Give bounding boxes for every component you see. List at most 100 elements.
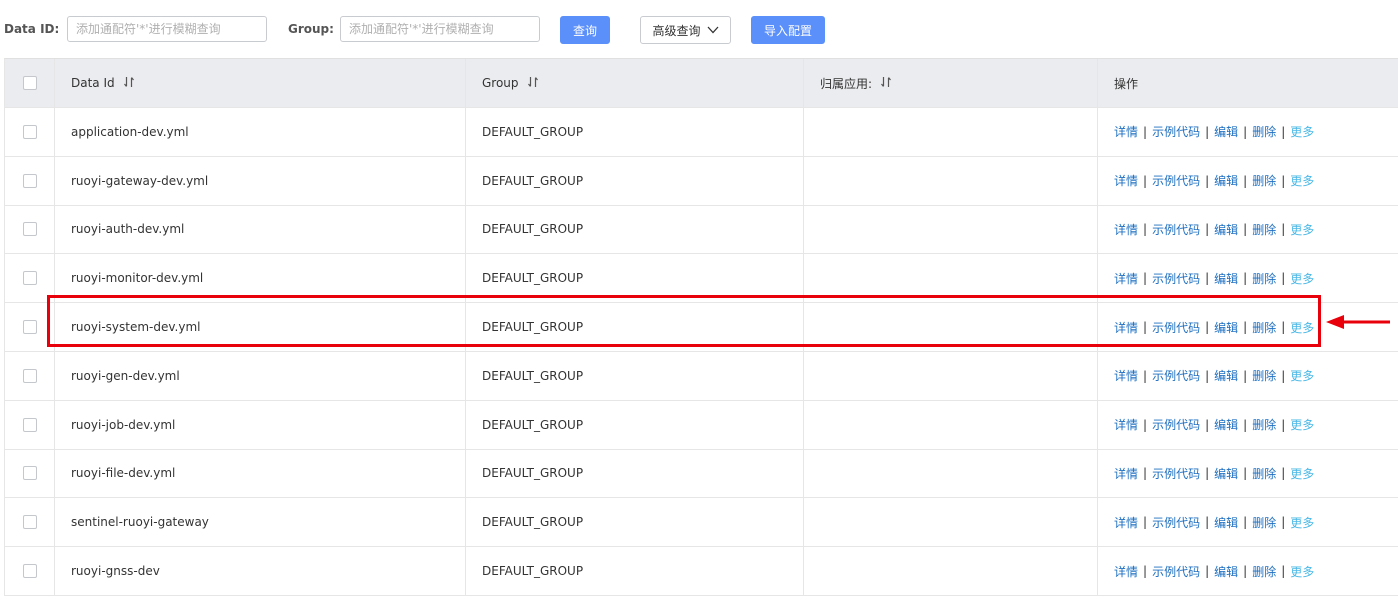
edit-link[interactable]: 编辑 — [1214, 123, 1238, 140]
row-checkbox[interactable] — [22, 320, 37, 335]
separator: | — [1205, 515, 1210, 530]
header-group[interactable]: Group — [466, 59, 804, 107]
sample-code-link[interactable]: 示例代码 — [1152, 172, 1200, 189]
more-link[interactable]: 更多 — [1290, 367, 1314, 384]
separator: | — [1281, 173, 1286, 188]
select-all-checkbox[interactable] — [22, 76, 37, 90]
more-link[interactable]: 更多 — [1290, 563, 1314, 580]
detail-link[interactable]: 详情 — [1114, 123, 1138, 140]
detail-link[interactable]: 详情 — [1114, 367, 1138, 384]
separator: | — [1243, 124, 1248, 139]
row-checkbox[interactable] — [22, 222, 37, 237]
row-checkbox[interactable] — [22, 417, 37, 432]
detail-link[interactable]: 详情 — [1114, 465, 1138, 482]
group-cell: DEFAULT_GROUP — [466, 547, 804, 595]
more-link[interactable]: 更多 — [1290, 319, 1314, 336]
delete-link[interactable]: 删除 — [1252, 172, 1276, 189]
more-link[interactable]: 更多 — [1290, 221, 1314, 238]
separator: | — [1281, 417, 1286, 432]
sample-code-link[interactable]: 示例代码 — [1152, 465, 1200, 482]
separator: | — [1281, 368, 1286, 383]
delete-link[interactable]: 删除 — [1252, 270, 1276, 287]
advanced-query-button[interactable]: 高级查询 — [640, 16, 731, 44]
edit-link[interactable]: 编辑 — [1214, 563, 1238, 580]
more-link[interactable]: 更多 — [1290, 172, 1314, 189]
detail-link[interactable]: 详情 — [1114, 270, 1138, 287]
separator: | — [1281, 271, 1286, 286]
sample-code-link[interactable]: 示例代码 — [1152, 514, 1200, 531]
row-checkbox[interactable] — [22, 564, 37, 579]
edit-link[interactable]: 编辑 — [1214, 514, 1238, 531]
edit-link[interactable]: 编辑 — [1214, 465, 1238, 482]
sample-code-link[interactable]: 示例代码 — [1152, 367, 1200, 384]
sample-code-link[interactable]: 示例代码 — [1152, 270, 1200, 287]
table-row: ruoyi-monitor-dev.yml DEFAULT_GROUP 详情 | 示例代… — [4, 254, 1398, 304]
delete-link[interactable]: 删除 — [1252, 367, 1276, 384]
separator: | — [1281, 124, 1286, 139]
header-app[interactable]: 归属应用: — [804, 59, 1098, 107]
config-table: Data Id Group 归属应用: 操作 application-dev.y… — [4, 58, 1398, 596]
more-link[interactable]: 更多 — [1290, 514, 1314, 531]
separator: | — [1143, 173, 1148, 188]
sort-icon[interactable] — [527, 76, 539, 91]
detail-link[interactable]: 详情 — [1114, 563, 1138, 580]
separator: | — [1143, 515, 1148, 530]
edit-link[interactable]: 编辑 — [1214, 270, 1238, 287]
sample-code-link[interactable]: 示例代码 — [1152, 416, 1200, 433]
more-link[interactable]: 更多 — [1290, 270, 1314, 287]
sample-code-link[interactable]: 示例代码 — [1152, 123, 1200, 140]
delete-link[interactable]: 删除 — [1252, 563, 1276, 580]
more-link[interactable]: 更多 — [1290, 465, 1314, 482]
row-checkbox[interactable] — [22, 466, 37, 481]
more-link[interactable]: 更多 — [1290, 123, 1314, 140]
detail-link[interactable]: 详情 — [1114, 221, 1138, 238]
table-row: ruoyi-gateway-dev.yml DEFAULT_GROUP 详情 | 示例代… — [4, 156, 1398, 206]
header-group-label: Group — [482, 76, 519, 90]
data-id-search-input[interactable] — [67, 16, 267, 42]
sort-icon[interactable] — [880, 76, 892, 91]
sample-code-link[interactable]: 示例代码 — [1152, 563, 1200, 580]
detail-link[interactable]: 详情 — [1114, 319, 1138, 336]
delete-link[interactable]: 删除 — [1252, 514, 1276, 531]
group-value: DEFAULT_GROUP — [482, 368, 584, 383]
search-toolbar: Data ID: Group: 查询 高级查询 导入配置 — [0, 0, 1398, 60]
edit-link[interactable]: 编辑 — [1214, 319, 1238, 336]
delete-link[interactable]: 删除 — [1252, 465, 1276, 482]
row-checkbox[interactable] — [22, 271, 37, 286]
delete-link[interactable]: 删除 — [1252, 319, 1276, 336]
row-check-cell — [5, 351, 55, 400]
group-cell: DEFAULT_GROUP — [466, 400, 804, 449]
table-row: ruoyi-gen-dev.yml DEFAULT_GROUP 详情 | 示例代码 | 编辑… — [4, 351, 1398, 401]
detail-link[interactable]: 详情 — [1114, 416, 1138, 433]
group-search-input[interactable] — [340, 16, 540, 42]
group-value: DEFAULT_GROUP — [482, 417, 584, 432]
row-checkbox[interactable] — [22, 368, 37, 383]
separator: | — [1243, 466, 1248, 481]
detail-link[interactable]: 详情 — [1114, 514, 1138, 531]
app-cell — [804, 254, 1098, 303]
query-button[interactable]: 查询 — [560, 16, 610, 44]
import-config-button[interactable]: 导入配置 — [751, 16, 825, 44]
row-checkbox[interactable] — [22, 173, 37, 188]
table-row: sentinel-ruoyi-gateway DEFAULT_GROUP 详情 | 示例… — [4, 498, 1398, 548]
sample-code-link[interactable]: 示例代码 — [1152, 221, 1200, 238]
table-row: ruoyi-gnss-dev DEFAULT_GROUP 详情 | 示例代码 | 编辑 | 删除… — [4, 547, 1398, 596]
edit-link[interactable]: 编辑 — [1214, 367, 1238, 384]
delete-link[interactable]: 删除 — [1252, 123, 1276, 140]
sort-icon[interactable] — [123, 76, 135, 91]
row-checkbox[interactable] — [22, 515, 37, 530]
edit-link[interactable]: 编辑 — [1214, 172, 1238, 189]
detail-link[interactable]: 详情 — [1114, 172, 1138, 189]
sample-code-link[interactable]: 示例代码 — [1152, 319, 1200, 336]
table-header: Data Id Group 归属应用: 操作 — [4, 58, 1398, 108]
separator: | — [1205, 271, 1210, 286]
data-id-value: ruoyi-job-dev.yml — [71, 417, 176, 432]
more-link[interactable]: 更多 — [1290, 416, 1314, 433]
header-data-id[interactable]: Data Id — [55, 59, 466, 107]
delete-link[interactable]: 删除 — [1252, 416, 1276, 433]
edit-link[interactable]: 编辑 — [1214, 416, 1238, 433]
edit-link[interactable]: 编辑 — [1214, 221, 1238, 238]
delete-link[interactable]: 删除 — [1252, 221, 1276, 238]
ops-cell: 详情 | 示例代码 | 编辑 | 删除 | 更多 — [1098, 352, 1398, 400]
row-checkbox[interactable] — [22, 124, 37, 139]
